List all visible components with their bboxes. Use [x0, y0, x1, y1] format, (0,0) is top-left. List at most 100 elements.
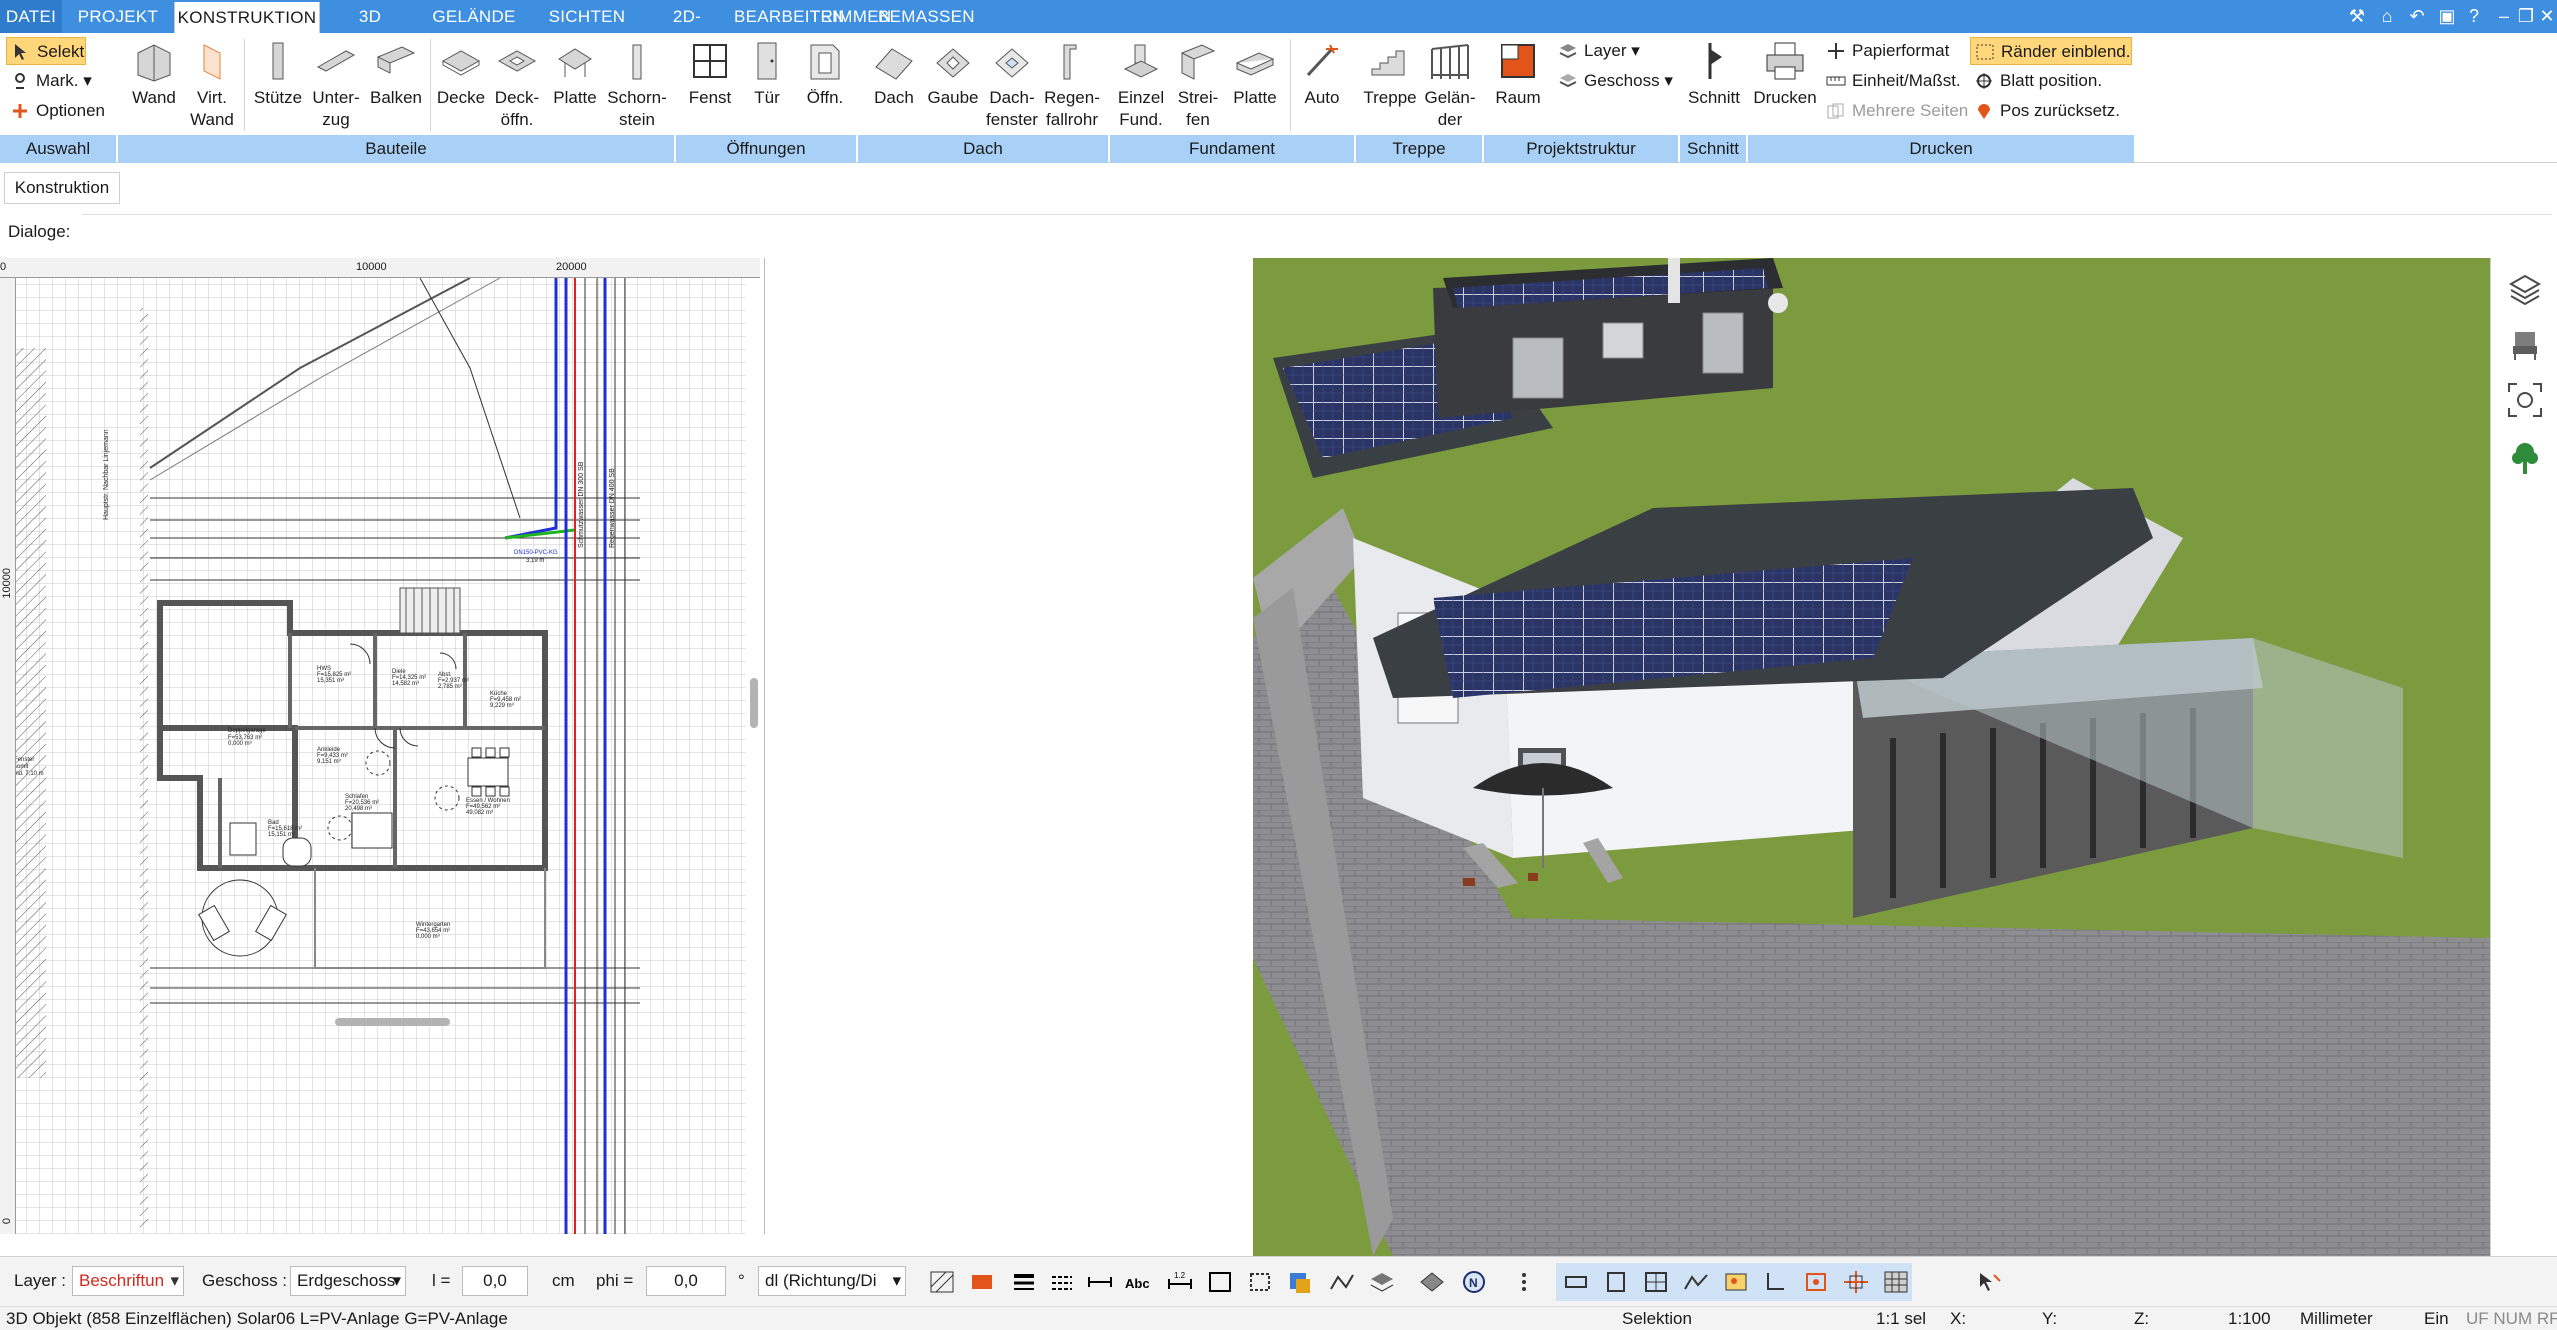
- unterzug-button[interactable]: Unter-zug: [308, 39, 364, 131]
- color-tool-icon[interactable]: [1286, 1269, 1314, 1295]
- floor-plan-drawing[interactable]: Doppelgarage F=53,763 m²0,000 m³ HWSF=15…: [0, 258, 765, 1234]
- view-center-icon[interactable]: [1842, 1269, 1870, 1295]
- 3d-view[interactable]: [1253, 258, 2490, 1256]
- stuetze-button[interactable]: Stütze: [250, 39, 306, 109]
- layout-icon[interactable]: ▣: [2435, 4, 2459, 28]
- undo-icon[interactable]: ↶: [2405, 4, 2429, 28]
- konstruktion-panel-tab[interactable]: Konstruktion: [4, 172, 120, 204]
- decke-button[interactable]: Decke: [434, 39, 488, 109]
- tab-bearbeiten[interactable]: BEARBEITEN: [734, 0, 844, 33]
- view-corner-icon[interactable]: [1762, 1269, 1790, 1295]
- mark-button[interactable]: Mark. ▾: [6, 67, 92, 95]
- minimize-icon[interactable]: –: [2492, 4, 2516, 28]
- raum-button[interactable]: Raum: [1488, 39, 1548, 109]
- view-2d-icon[interactable]: [1562, 1269, 1590, 1295]
- svg-text:Schmutzwasser DN 300 SB: Schmutzwasser DN 300 SB: [578, 461, 585, 548]
- pos-zuruecksetzen-button[interactable]: Pos zurücksetz.: [1970, 97, 2130, 125]
- more-options-icon[interactable]: [1510, 1269, 1538, 1295]
- door-icon: [757, 42, 777, 80]
- measure-icon[interactable]: 1.2: [1166, 1269, 1194, 1295]
- layer-select[interactable]: Beschriftun ▾: [72, 1266, 184, 1296]
- tools-icon[interactable]: ⚒: [2345, 4, 2369, 28]
- phi-input[interactable]: 0,0: [646, 1266, 726, 1296]
- view-image-icon[interactable]: [1722, 1269, 1750, 1295]
- regenfallrohr-button[interactable]: Regen-fallrohr: [1040, 39, 1104, 131]
- platte-button[interactable]: Platte: [546, 39, 604, 109]
- papierformat-button[interactable]: Papierformat: [1822, 37, 1972, 65]
- schnitt-button[interactable]: Schnitt: [1686, 39, 1742, 109]
- home-icon[interactable]: ⌂: [2375, 4, 2399, 28]
- layer-dropdown[interactable]: Layer ▾: [1554, 37, 1674, 65]
- tab-sichten[interactable]: SICHTEN: [528, 0, 646, 33]
- svg-text:N: N: [1469, 1276, 1478, 1290]
- tab-projekt[interactable]: PROJEKT: [62, 0, 174, 33]
- tab-trimmen[interactable]: TRIMMEN: [810, 0, 891, 33]
- floor-plan-view[interactable]: Doppelgarage F=53,763 m² 0,000 m³ HWS F=15…: [0, 258, 765, 1234]
- view-ground-icon[interactable]: [1682, 1269, 1710, 1295]
- ceiling-icon: [441, 50, 481, 76]
- tab-datei[interactable]: DATEI: [0, 0, 62, 33]
- grid-icon[interactable]: [1882, 1269, 1910, 1295]
- tab-2d-elemente[interactable]: 2D-ELEMENTE: [646, 0, 740, 59]
- frame-icon[interactable]: [1206, 1269, 1234, 1295]
- drucken-button[interactable]: Drucken: [1750, 39, 1820, 109]
- balken-button[interactable]: Balken: [366, 39, 426, 109]
- view-point-icon[interactable]: [1802, 1269, 1830, 1295]
- view-plan-icon[interactable]: [1642, 1269, 1670, 1295]
- north-arrow-icon[interactable]: N: [1460, 1269, 1488, 1295]
- wand-button[interactable]: Wand: [128, 39, 180, 109]
- ceiling-opening-icon: [497, 50, 537, 72]
- tuer-button[interactable]: Tür: [740, 39, 794, 109]
- dl-select[interactable]: dl (Richtung/Di ▾: [758, 1266, 906, 1296]
- selekt-button[interactable]: Selekt: [6, 37, 86, 65]
- gaube-button[interactable]: Gaube: [924, 39, 982, 109]
- schornstein-button[interactable]: Schorn-stein: [606, 39, 668, 131]
- virt-wand-button[interactable]: Virt. Wand: [186, 39, 238, 131]
- dach-button[interactable]: Dach: [866, 39, 922, 109]
- close-icon[interactable]: ✕: [2535, 4, 2557, 28]
- line-weight-icon[interactable]: [1010, 1269, 1038, 1295]
- hatch-tool-icon[interactable]: [928, 1269, 956, 1295]
- select-frame-icon[interactable]: [1246, 1269, 1274, 1295]
- length-input[interactable]: 0,0: [462, 1266, 528, 1296]
- magnet-cursor-icon[interactable]: [1976, 1269, 2004, 1295]
- optionen-button[interactable]: Optionen: [6, 97, 116, 125]
- fill-tool-icon[interactable]: [968, 1269, 996, 1295]
- dachfenster-button[interactable]: Dach-fenster: [984, 39, 1040, 131]
- streifenfundament-button[interactable]: Strei-fen: [1172, 39, 1224, 131]
- fundamentplatte-button[interactable]: Platte: [1226, 39, 1284, 109]
- opening-icon: [810, 44, 840, 80]
- treppe-button[interactable]: Treppe: [1360, 39, 1420, 109]
- fenster-button[interactable]: Fenst: [682, 39, 738, 109]
- deckoeffn-button[interactable]: Deck-öffn.: [490, 39, 544, 131]
- mehrere-seiten-button[interactable]: Mehrere Seiten: [1822, 97, 1982, 125]
- layers-stack-icon[interactable]: [2507, 270, 2543, 306]
- geschoss-select[interactable]: Erdgeschoss ▾: [290, 1266, 406, 1296]
- oeffnung-button[interactable]: Öffn.: [796, 39, 854, 109]
- tab-bemassen[interactable]: BEMASSEN: [878, 0, 975, 33]
- furniture-icon[interactable]: [2507, 326, 2543, 362]
- drucken-label: Drucken: [1753, 88, 1817, 107]
- blatt-position-button[interactable]: Blatt position.: [1970, 67, 2130, 95]
- tree-icon[interactable]: [2507, 440, 2543, 476]
- gelaender-button[interactable]: Gelän-der: [1420, 39, 1480, 131]
- snap-hatch-icon[interactable]: [1368, 1269, 1396, 1295]
- snap-polyline-icon[interactable]: [1328, 1269, 1356, 1295]
- status-unit: Millimeter: [2300, 1309, 2373, 1328]
- zoom-fit-icon[interactable]: [2507, 382, 2543, 418]
- einheit-button[interactable]: Einheit/Maßst.: [1822, 67, 1982, 95]
- dimension-style-icon[interactable]: [1086, 1269, 1114, 1295]
- geschoss-dropdown[interactable]: Geschoss ▾: [1554, 67, 1684, 95]
- view-page-icon[interactable]: [1602, 1269, 1630, 1295]
- 3d-house-render[interactable]: [1253, 258, 2490, 1256]
- raender-button[interactable]: Ränder einblend.: [1970, 37, 2132, 65]
- text-style-icon[interactable]: Abc: [1124, 1269, 1152, 1295]
- tab-konstruktion[interactable]: KONSTRUKTION: [174, 2, 320, 33]
- auto-button[interactable]: Auto: [1294, 39, 1350, 109]
- tab-3d[interactable]: 3D: [320, 0, 420, 33]
- tab-gelaende[interactable]: GELÄNDE: [420, 0, 528, 33]
- snap-layer-icon[interactable]: [1418, 1269, 1446, 1295]
- einzelfundament-button[interactable]: Einzel Fund.: [1112, 39, 1170, 131]
- line-style-icon[interactable]: [1048, 1269, 1076, 1295]
- help-icon[interactable]: ?: [2462, 4, 2486, 28]
